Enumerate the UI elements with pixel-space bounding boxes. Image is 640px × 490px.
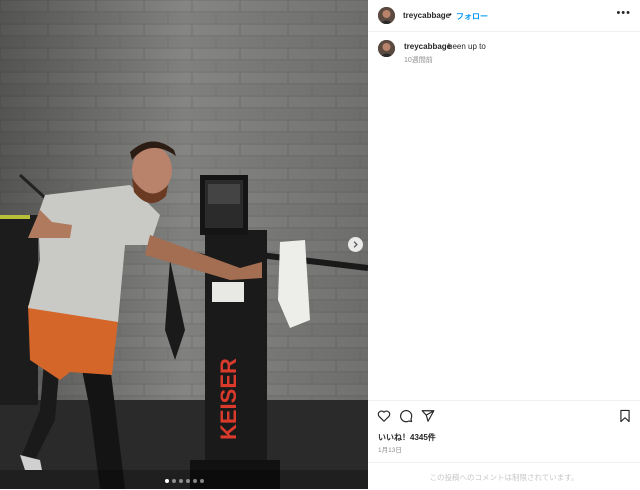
caption-avatar[interactable] [378, 40, 395, 57]
username-link[interactable]: treycabbage [403, 11, 450, 20]
comments-limited-notice: この投稿へのコメントは制限されています。 [429, 473, 579, 482]
post-photo[interactable]: KEISER [0, 0, 368, 489]
comment-icon[interactable] [399, 409, 413, 423]
action-bar [368, 400, 640, 431]
bookmark-icon[interactable] [618, 409, 632, 423]
likes-count[interactable]: いいね！4345件 [378, 432, 436, 443]
comment-area: この投稿へのコメントは制限されています。 [368, 462, 640, 490]
caption-timestamp: 10週間前 [404, 57, 433, 64]
caption-username-link[interactable]: treycabbage [404, 42, 451, 51]
carousel-dot [178, 479, 183, 483]
carousel-dot [199, 479, 204, 483]
post-header: treycabbage • フォロー ••• [368, 0, 640, 32]
carousel-dot [192, 479, 197, 483]
caption-text: been up to [448, 42, 486, 51]
carousel-indicator [0, 479, 368, 483]
carousel-dot [171, 479, 176, 483]
more-icon[interactable]: ••• [616, 7, 631, 19]
gym-photo-illustration: KEISER [0, 0, 368, 489]
carousel-next-button[interactable] [348, 237, 363, 252]
machine-brand-text: KEISER [216, 358, 241, 440]
carousel-dot [164, 479, 169, 483]
post-date: 1月13日 [378, 447, 402, 454]
separator-dot: • [449, 10, 452, 19]
share-icon[interactable] [421, 409, 435, 423]
carousel-dot [185, 479, 190, 483]
avatar[interactable] [378, 7, 395, 24]
follow-button[interactable]: フォロー [456, 11, 488, 22]
chevron-right-icon [353, 241, 358, 248]
heart-icon[interactable] [377, 409, 391, 423]
post-side-panel: treycabbage • フォロー ••• treycabbage been … [368, 0, 640, 489]
